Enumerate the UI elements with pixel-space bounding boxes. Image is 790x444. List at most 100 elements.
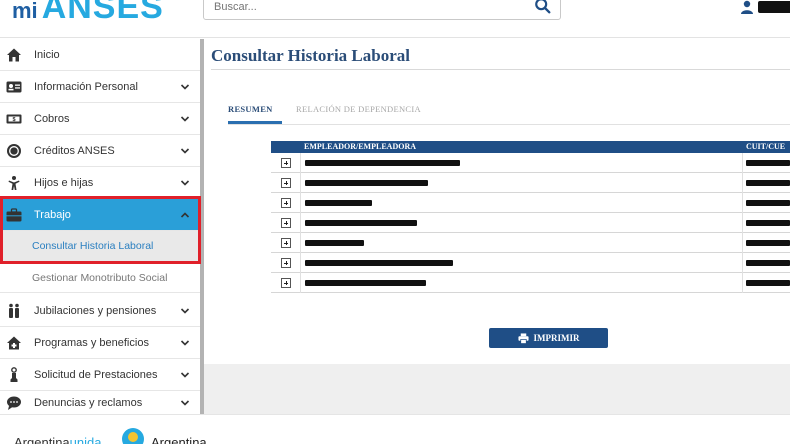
user-icon <box>741 0 753 14</box>
expand-row-icon[interactable] <box>281 178 291 188</box>
chevron-down-icon <box>180 372 190 378</box>
sidebar-item-label: Jubilaciones y pensiones <box>34 304 157 317</box>
chevron-down-icon <box>180 308 190 314</box>
expand-row-icon[interactable] <box>281 278 291 288</box>
redacted-employer-name <box>305 260 453 266</box>
expand-row-icon[interactable] <box>281 258 291 268</box>
sidebar-item-label: Cobros <box>34 112 70 125</box>
main-bottom-area <box>204 364 790 414</box>
id-card-icon <box>6 81 22 93</box>
table-header: EMPLEADOR/EMPLEADORA CUIT/CUE <box>271 141 790 153</box>
footer-brand-left: Argentinaunida <box>14 435 101 444</box>
redacted-employer-name <box>305 180 428 186</box>
redacted-employer-name <box>305 200 372 206</box>
active-tab-indicator <box>228 121 282 124</box>
coin-icon <box>7 144 21 158</box>
sidebar-item-cobros[interactable]: $ Cobros <box>0 103 200 135</box>
chevron-down-icon <box>180 116 190 122</box>
footer-brand-unida: unida <box>69 435 102 444</box>
redacted-cuit <box>746 200 790 206</box>
sidebar-item-solicitud-de-prestaciones[interactable]: Solicitud de Prestaciones <box>0 359 200 391</box>
sidebar-item-label: Solicitud de Prestaciones <box>34 368 158 381</box>
table-row <box>271 233 790 253</box>
redacted-cuit <box>746 260 790 266</box>
redacted-employer-name <box>305 240 364 246</box>
sidebar-item-jubilaciones-y-pensiones[interactable]: Jubilaciones y pensiones <box>0 295 200 327</box>
tabs-divider <box>228 124 790 125</box>
search-input[interactable] <box>214 1 514 13</box>
footer-brand-right: Argentina <box>151 435 207 444</box>
logo-anses: ANSES <box>41 0 164 26</box>
money-icon: $ <box>6 114 22 124</box>
print-button-label: IMPRIMIR <box>533 333 580 343</box>
sidebar-item-inicio[interactable]: Inicio <box>0 39 200 71</box>
expand-row-icon[interactable] <box>281 158 291 168</box>
table-row <box>271 173 790 193</box>
sidebar-item-hijos-e-hijas[interactable]: Hijos e hijas <box>0 167 200 199</box>
svg-text:$: $ <box>12 117 15 123</box>
top-bar: mi ANSES <box>0 0 790 38</box>
elderly-icon <box>9 303 19 318</box>
sidebar-item-denuncias-y-reclamos[interactable]: Denuncias y reclamos <box>0 391 200 414</box>
tab-resumen[interactable]: RESUMEN <box>228 104 273 114</box>
sidebar-item-label: Programas y beneficios <box>34 336 149 349</box>
mi-anses-logo[interactable]: mi ANSES <box>12 0 164 28</box>
tab-relacion-de-dependencia[interactable]: RELACIÓN DE DEPENDENCIA <box>296 104 421 114</box>
speech-bubble-icon <box>7 396 21 410</box>
briefcase-icon <box>6 208 22 222</box>
chevron-down-icon <box>180 84 190 90</box>
expand-row-icon[interactable] <box>281 218 291 228</box>
sidebar-item-trabajo[interactable]: Trabajo <box>0 199 200 231</box>
house-plus-icon <box>7 336 21 350</box>
sidebar-item-programas-y-beneficios[interactable]: Programas y beneficios <box>0 327 200 359</box>
home-icon <box>7 48 21 62</box>
expand-row-icon[interactable] <box>281 238 291 248</box>
column-header-cuit: CUIT/CUE <box>746 142 786 151</box>
sidebar-item-label: Créditos ANSES <box>34 144 115 157</box>
printer-icon <box>517 332 529 344</box>
redacted-cuit <box>746 280 790 286</box>
logo-mi: mi <box>12 0 38 23</box>
chevron-down-icon <box>180 180 190 186</box>
chevron-down-icon <box>180 340 190 346</box>
title-divider <box>211 69 790 70</box>
search-box <box>203 0 561 20</box>
sidebar-item-label: Trabajo <box>34 208 71 221</box>
chevron-down-icon <box>180 400 190 406</box>
table-row <box>271 153 790 173</box>
table-row <box>271 193 790 213</box>
user-name-redacted <box>758 1 790 13</box>
hand-icon <box>10 367 18 382</box>
search-icon[interactable] <box>534 0 552 15</box>
redacted-cuit <box>746 180 790 186</box>
chevron-down-icon <box>180 148 190 154</box>
sidebar-item-informacion-personal[interactable]: Información Personal <box>0 71 200 103</box>
footer-brand-text: Argentina <box>14 435 70 444</box>
chevron-up-icon <box>180 212 190 218</box>
footer: Argentinaunida Argentina <box>0 414 790 444</box>
child-icon <box>8 176 20 190</box>
page-title: Consultar Historia Laboral <box>211 46 410 65</box>
redacted-cuit <box>746 240 790 246</box>
expand-row-icon[interactable] <box>281 198 291 208</box>
table-row <box>271 253 790 273</box>
column-header-employer: EMPLEADOR/EMPLEADORA <box>304 142 416 151</box>
sidebar-subitem-label: Consultar Historia Laboral <box>32 240 154 252</box>
sidebar-subitem-consultar-historia-laboral[interactable]: Consultar Historia Laboral <box>0 231 200 261</box>
table-row <box>271 213 790 233</box>
sidebar-item-label: Inicio <box>34 48 60 61</box>
redacted-employer-name <box>305 280 426 286</box>
redacted-cuit <box>746 160 790 166</box>
redacted-cuit <box>746 220 790 226</box>
redacted-employer-name <box>305 220 417 226</box>
sidebar-item-label: Hijos e hijas <box>34 176 94 189</box>
sidebar-subitem-label: Gestionar Monotributo Social <box>32 271 168 284</box>
redacted-employer-name <box>305 160 460 166</box>
sidebar-subitem-gestionar-monotributo-social[interactable]: Gestionar Monotributo Social <box>0 263 200 293</box>
print-button[interactable]: IMPRIMIR <box>489 328 608 348</box>
sidebar-item-label: Información Personal <box>34 80 138 93</box>
argentina-seal-icon <box>122 428 144 444</box>
table-row <box>271 273 790 293</box>
sidebar-item-creditos-anses[interactable]: Créditos ANSES <box>0 135 200 167</box>
user-menu[interactable] <box>740 0 790 20</box>
